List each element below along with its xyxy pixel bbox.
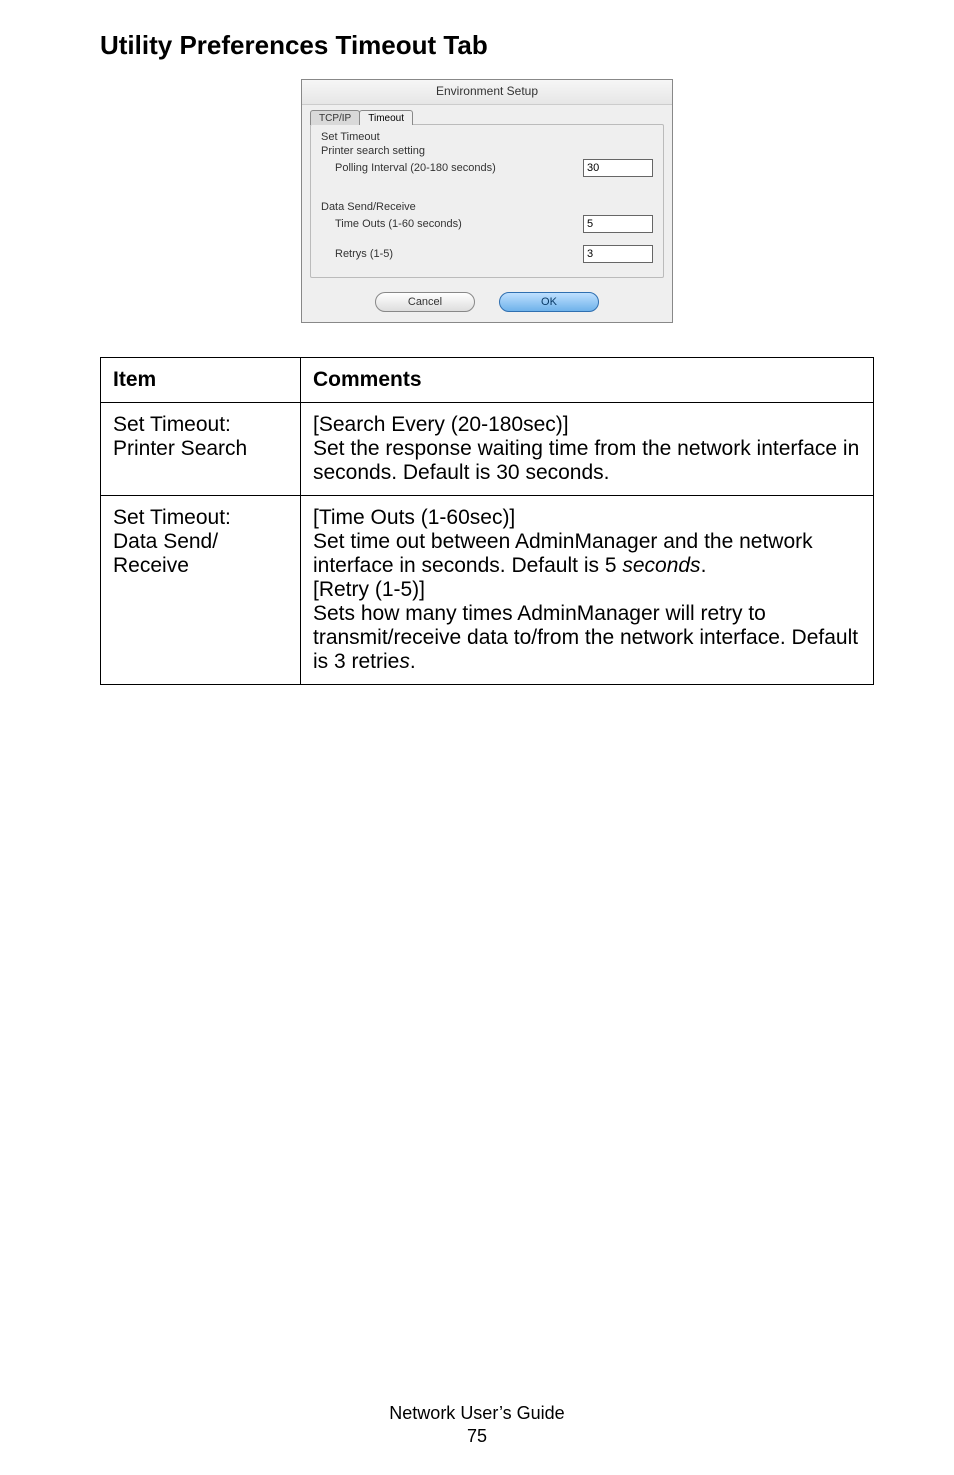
table-row: Set Timeout: Printer Search [Search Ever…	[101, 403, 874, 496]
cancel-button[interactable]: Cancel	[375, 292, 475, 312]
ok-button[interactable]: OK	[499, 292, 599, 312]
page-footer: Network User’s Guide 75	[0, 1403, 954, 1447]
environment-setup-dialog: Environment Setup TCP/IP Timeout Set Tim…	[301, 79, 673, 323]
tab-tcpip[interactable]: TCP/IP	[310, 110, 360, 125]
tabstrip: TCP/IP Timeout	[302, 105, 672, 124]
timeouts-input[interactable]	[583, 215, 653, 233]
table-row: Set Timeout: Data Send/ Receive [Time Ou…	[101, 496, 874, 685]
row2-comments: [Time Outs (1-60sec)] Set time out betwe…	[301, 496, 874, 685]
col-comments: Comments	[301, 358, 874, 403]
printer-search-label: Printer search setting	[321, 145, 653, 157]
dialog-buttons: Cancel OK	[302, 286, 672, 322]
retrys-label: Retrys (1-5)	[321, 248, 393, 260]
page-heading: Utility Preferences Timeout Tab	[100, 30, 874, 61]
col-item: Item	[101, 358, 301, 403]
info-table: Item Comments Set Timeout: Printer Searc…	[100, 357, 874, 685]
timeouts-label: Time Outs (1-60 seconds)	[321, 218, 462, 230]
polling-interval-label: Polling Interval (20-180 seconds)	[321, 162, 496, 174]
dialog-container: Environment Setup TCP/IP Timeout Set Tim…	[100, 79, 874, 323]
polling-interval-input[interactable]	[583, 159, 653, 177]
retrys-input[interactable]	[583, 245, 653, 263]
row1-item: Set Timeout: Printer Search	[101, 403, 301, 496]
set-timeout-group: Set Timeout Printer search setting Polli…	[310, 124, 664, 278]
footer-page-number: 75	[0, 1426, 954, 1447]
row2-item: Set Timeout: Data Send/ Receive	[101, 496, 301, 685]
footer-guide: Network User’s Guide	[0, 1403, 954, 1424]
row1-comments: [Search Every (20-180sec)] Set the respo…	[301, 403, 874, 496]
tab-timeout[interactable]: Timeout	[359, 110, 413, 125]
dialog-title: Environment Setup	[302, 80, 672, 105]
group-title: Set Timeout	[321, 131, 653, 143]
data-send-receive-label: Data Send/Receive	[321, 201, 653, 213]
